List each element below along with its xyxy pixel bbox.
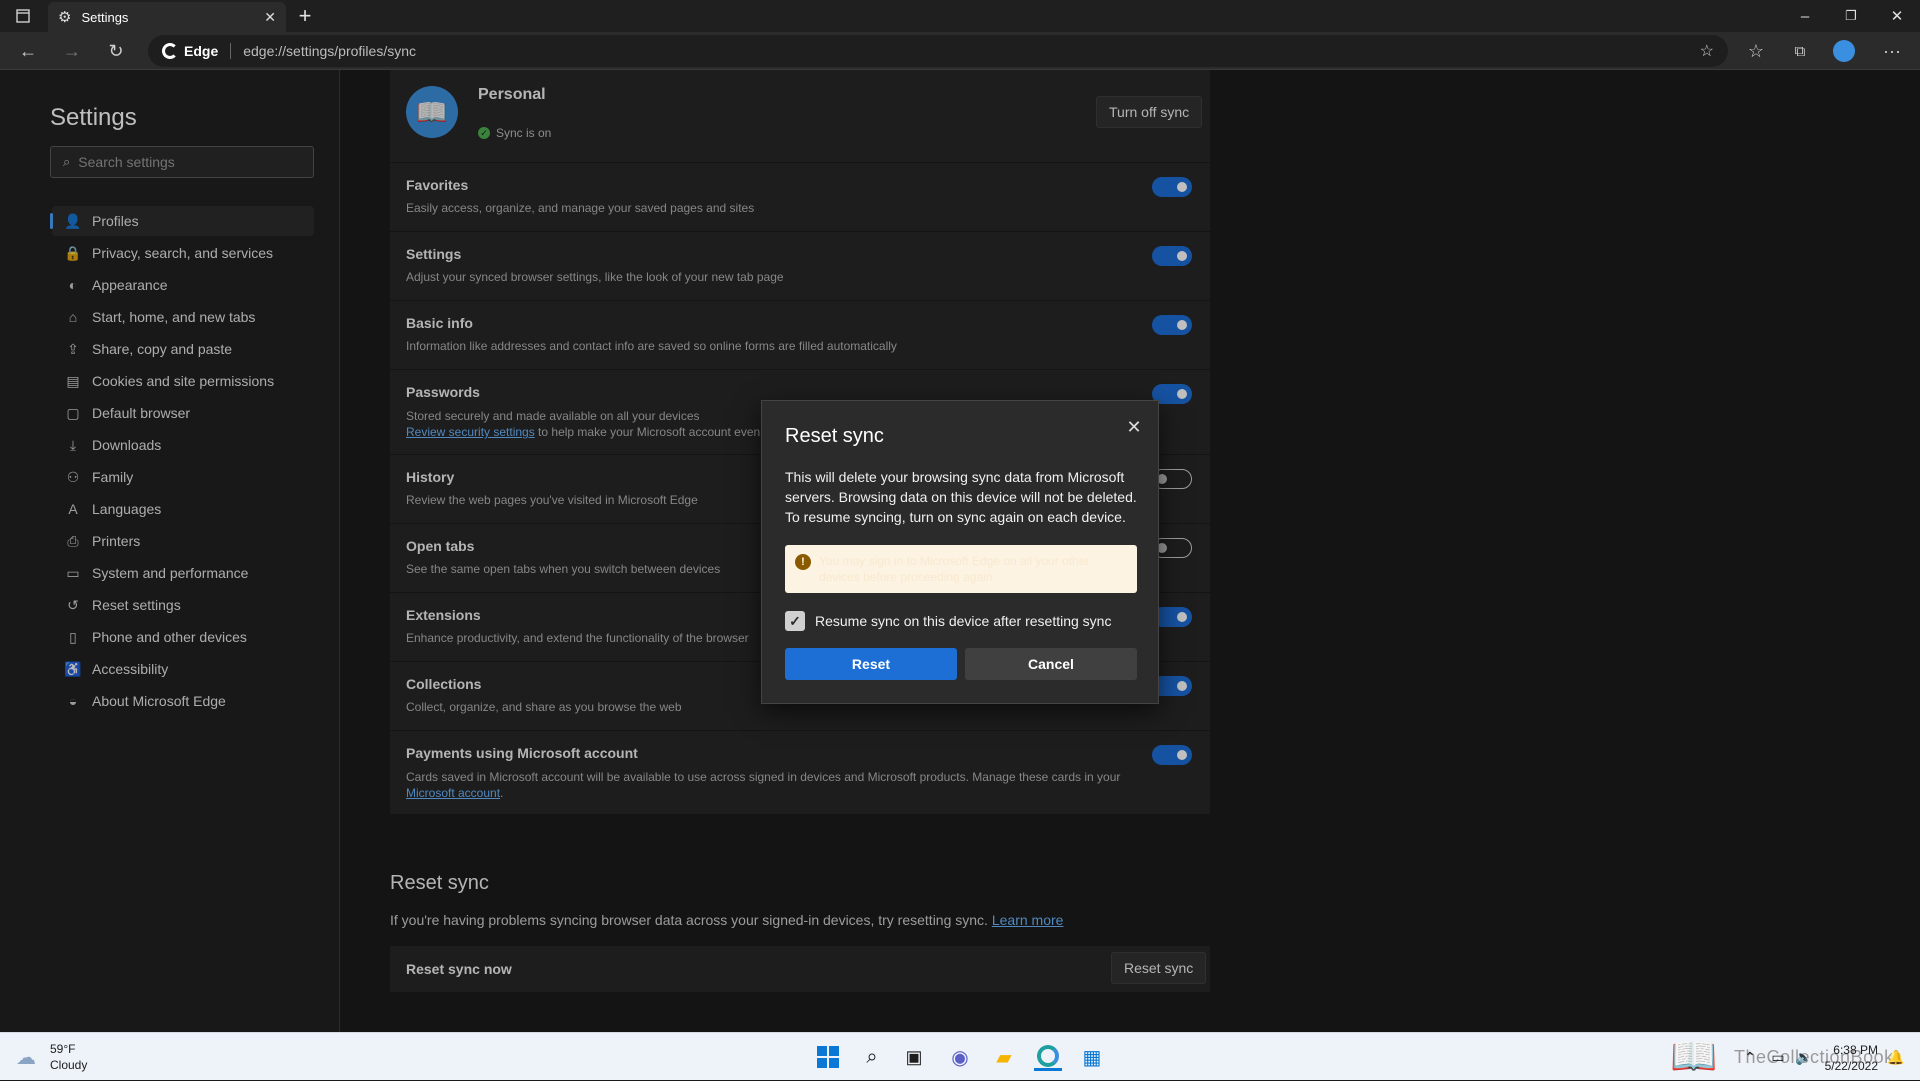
network-icon[interactable]: ▭ — [1764, 1043, 1792, 1071]
omnibox-brand: Edge — [184, 43, 219, 59]
resume-sync-label: Resume sync on this device after resetti… — [815, 613, 1112, 629]
clock[interactable]: 6:38 PM 5/22/2022 — [1825, 1042, 1878, 1074]
dialog-title: Reset sync — [785, 425, 884, 447]
volume-icon[interactable]: 🔈 — [1790, 1043, 1818, 1071]
book-watermark-icon: 📖 — [1670, 1036, 1718, 1078]
address-bar[interactable]: Edge edge://settings/profiles/sync ☆ — [148, 35, 1728, 67]
restore-icon[interactable]: ❐ — [1828, 0, 1874, 32]
cancel-button[interactable]: Cancel — [965, 648, 1137, 680]
new-tab-icon[interactable]: + — [282, 0, 328, 32]
add-favorite-icon[interactable]: ☆ — [1700, 41, 1714, 61]
close-window-icon[interactable]: ✕ — [1874, 0, 1920, 32]
clock-time: 6:38 PM — [1833, 1043, 1878, 1057]
start-icon[interactable] — [814, 1043, 842, 1071]
store-icon[interactable]: ▦ — [1078, 1043, 1106, 1071]
chat-icon[interactable]: ◉ — [946, 1043, 974, 1071]
refresh-icon[interactable]: ↻ — [100, 36, 132, 66]
url-text[interactable]: edge://settings/profiles/sync — [243, 43, 416, 59]
collections-icon[interactable]: ⧉ — [1784, 36, 1816, 66]
search-taskbar-icon[interactable]: ⌕ — [858, 1043, 886, 1071]
close-tab-icon[interactable]: ✕ — [264, 9, 276, 26]
gear-icon: ⚙ — [58, 9, 72, 26]
more-menu-icon[interactable]: ··· — [1876, 36, 1908, 66]
task-view-icon[interactable]: ▣ — [900, 1043, 928, 1071]
reset-button[interactable]: Reset — [785, 648, 957, 680]
reset-sync-dialog: Reset sync ✕ This will delete your brows… — [761, 400, 1159, 704]
close-icon[interactable]: ✕ — [1122, 415, 1146, 439]
clock-date: 5/22/2022 — [1824, 1059, 1878, 1073]
weather-temperature: 59°F — [50, 1042, 76, 1056]
title-bar: ⚙ Settings ✕ + – ❐ ✕ — [0, 0, 1920, 32]
cloud-icon: ☁ — [16, 1047, 36, 1069]
tab-actions-icon[interactable] — [0, 0, 46, 32]
edge-logo-icon — [162, 43, 178, 59]
edge-taskbar-icon[interactable] — [1034, 1043, 1062, 1071]
weather-description: Cloudy — [50, 1058, 88, 1072]
back-icon[interactable]: ← — [12, 36, 44, 66]
show-hidden-icons-icon[interactable]: ⌃ — [1736, 1043, 1764, 1071]
weather-widget[interactable]: ☁ 59°F Cloudy — [0, 1033, 120, 1081]
favorites-icon[interactable]: ☆ — [1740, 36, 1772, 66]
navigation-bar: ← → ↻ Edge edge://settings/profiles/sync… — [0, 32, 1920, 70]
notifications-icon[interactable]: 🔔 — [1882, 1043, 1910, 1071]
forward-icon[interactable]: → — [56, 36, 88, 66]
profile-avatar-icon[interactable] — [1828, 36, 1860, 66]
minimize-icon[interactable]: – — [1782, 0, 1828, 32]
taskbar: ☁ 59°F Cloudy ⌕ ▣ ◉ ▰ ▦ 📖 TheCollectionB… — [0, 1032, 1920, 1080]
tab-title: Settings — [81, 9, 129, 25]
tab-settings[interactable]: ⚙ Settings ✕ — [48, 2, 286, 32]
warning-icon: ! — [795, 554, 811, 570]
resume-sync-checkbox[interactable]: ✓ — [785, 611, 805, 631]
warning-text: You may sign in to Microsoft Edge on all… — [819, 554, 1090, 584]
file-explorer-icon[interactable]: ▰ — [990, 1043, 1018, 1071]
dialog-body: This will delete your browsing sync data… — [785, 469, 1137, 525]
warning-banner: ! You may sign in to Microsoft Edge on a… — [785, 545, 1137, 593]
omnibox-divider — [230, 43, 232, 59]
